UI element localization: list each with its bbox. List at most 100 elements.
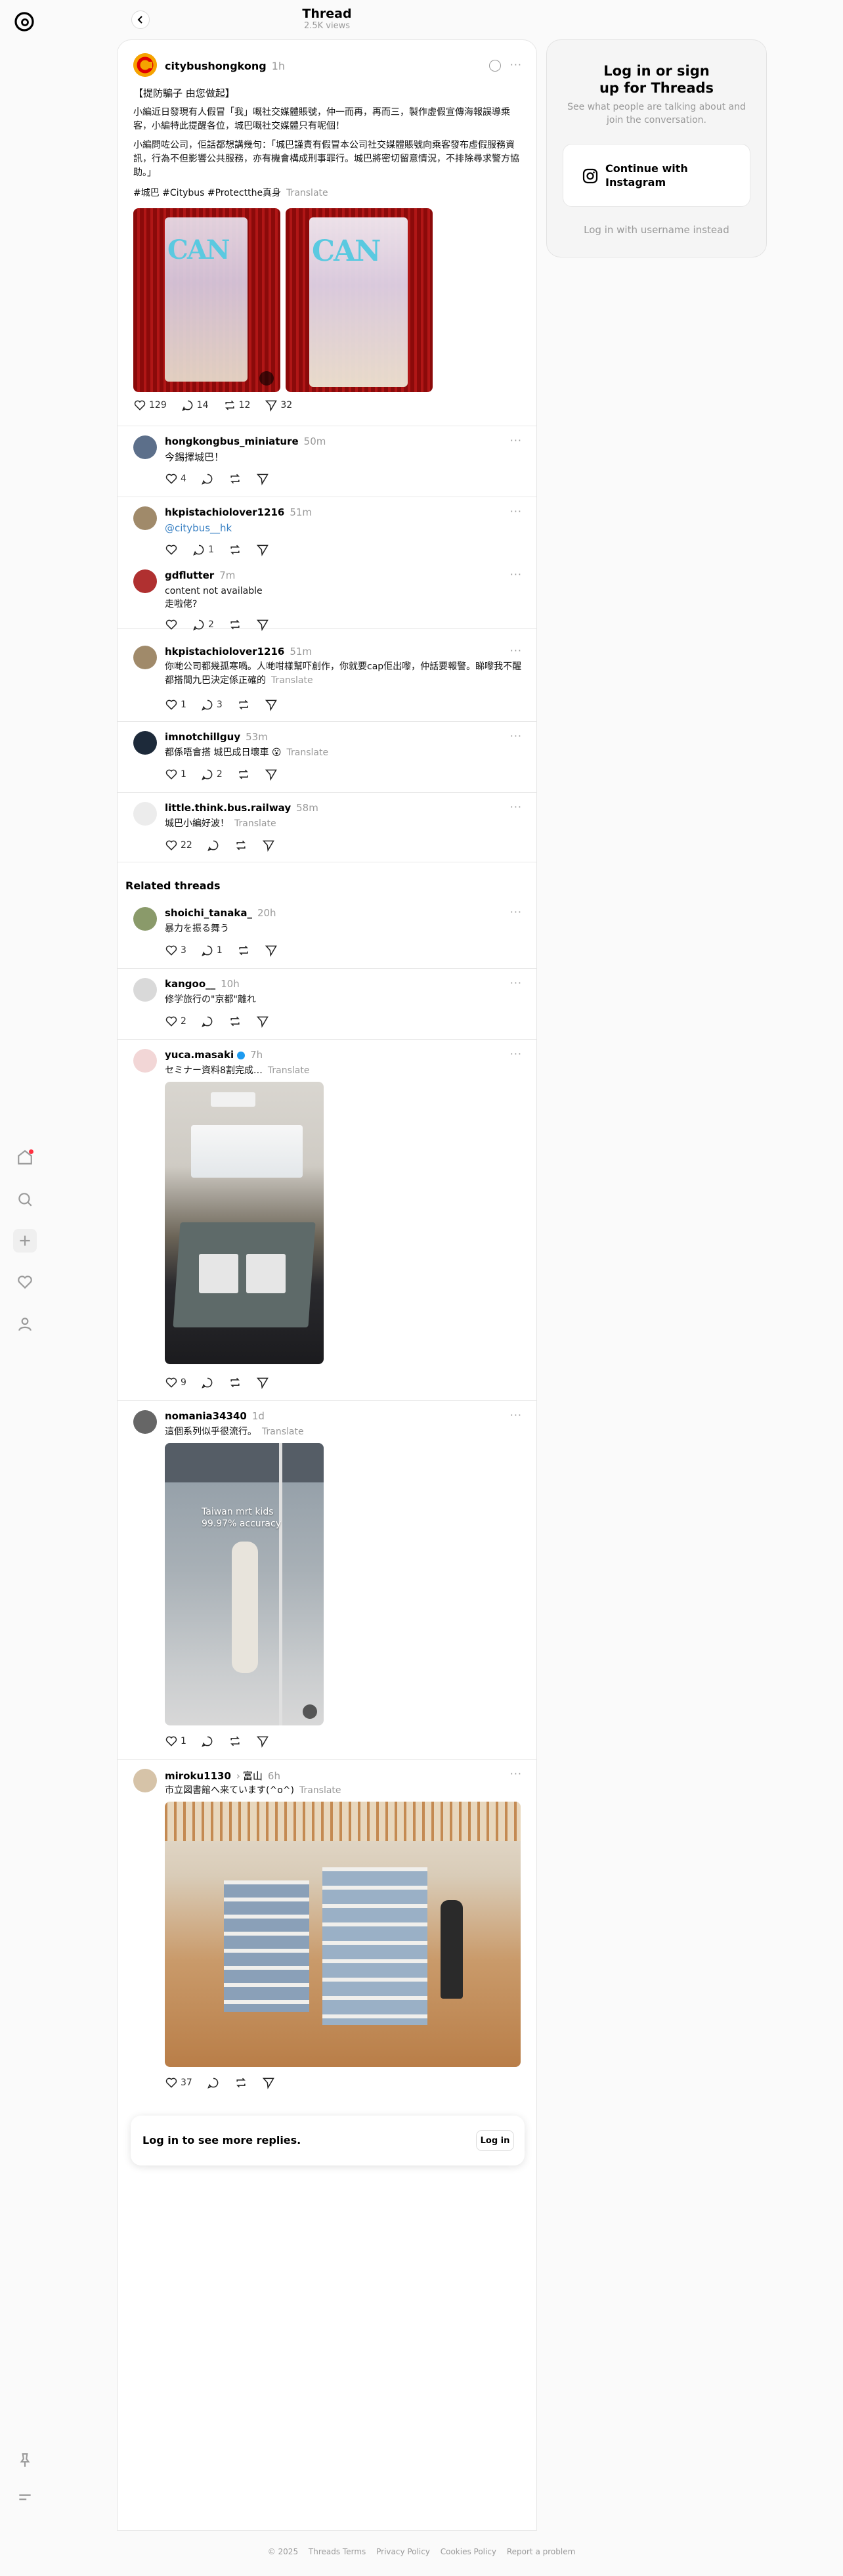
- repost-button[interactable]: [228, 543, 242, 556]
- create-icon[interactable]: [13, 1229, 37, 1253]
- username[interactable]: imnotchillguy: [165, 731, 240, 743]
- username[interactable]: nomania34340: [165, 1410, 247, 1422]
- translate-link[interactable]: Translate: [286, 188, 328, 198]
- repost-button[interactable]: [228, 618, 242, 631]
- more-options-icon[interactable]: ···: [510, 730, 522, 742]
- login-button[interactable]: Log in: [476, 2130, 514, 2151]
- username[interactable]: shoichi_tanaka_: [165, 907, 252, 919]
- more-options-icon[interactable]: ···: [510, 434, 522, 447]
- repost-button[interactable]: [228, 1376, 242, 1389]
- translate-link[interactable]: Translate: [271, 675, 313, 686]
- privacy-link[interactable]: Privacy Policy: [376, 2547, 430, 2556]
- avatar[interactable]: [133, 646, 157, 669]
- more-options-icon[interactable]: ···: [510, 1048, 522, 1060]
- post-image[interactable]: CAN: [286, 208, 433, 392]
- like-button[interactable]: 4: [165, 472, 186, 485]
- avatar[interactable]: [133, 569, 157, 593]
- more-options-icon[interactable]: ···: [510, 1409, 522, 1421]
- menu-icon[interactable]: [13, 2485, 37, 2509]
- cookies-link[interactable]: Cookies Policy: [441, 2547, 496, 2556]
- more-options-icon[interactable]: ···: [510, 568, 522, 581]
- like-button[interactable]: 3: [165, 944, 186, 957]
- avatar[interactable]: [133, 506, 157, 530]
- more-options-icon[interactable]: ···: [510, 505, 522, 518]
- share-button[interactable]: [256, 1376, 269, 1389]
- repost-button[interactable]: [228, 1735, 242, 1748]
- like-button[interactable]: 1: [165, 698, 186, 711]
- more-options-icon[interactable]: ···: [510, 1767, 522, 1780]
- hashtags[interactable]: #城巴 #Citybus #Protectthe真身: [133, 188, 281, 198]
- post-image[interactable]: [165, 1082, 324, 1364]
- more-options-icon[interactable]: ···: [510, 58, 522, 71]
- translate-link[interactable]: Translate: [268, 1065, 310, 1076]
- username[interactable]: hongkongbus_miniature: [165, 435, 299, 447]
- like-button[interactable]: 9: [165, 1376, 186, 1389]
- more-options-icon[interactable]: ···: [510, 977, 522, 989]
- share-button[interactable]: 32: [265, 399, 292, 412]
- translate-link[interactable]: Translate: [287, 747, 329, 758]
- mention-link[interactable]: @citybus__hk: [165, 521, 232, 535]
- report-link[interactable]: Report a problem: [507, 2547, 575, 2556]
- like-button[interactable]: [165, 543, 178, 556]
- reply-button[interactable]: [207, 839, 220, 852]
- reply-button[interactable]: [201, 472, 214, 485]
- share-button[interactable]: [262, 2076, 275, 2089]
- repost-button[interactable]: 12: [223, 399, 250, 412]
- reply-button[interactable]: [201, 1735, 214, 1748]
- like-button[interactable]: 22: [165, 839, 192, 852]
- more-options-icon[interactable]: ···: [510, 801, 522, 813]
- avatar[interactable]: [133, 1410, 157, 1434]
- mute-icon[interactable]: [303, 1704, 317, 1719]
- avatar[interactable]: [133, 907, 157, 931]
- repost-button[interactable]: [228, 472, 242, 485]
- avatar[interactable]: [133, 1049, 157, 1073]
- like-button[interactable]: 37: [165, 2076, 192, 2089]
- more-options-icon[interactable]: ···: [510, 906, 522, 918]
- translate-link[interactable]: Translate: [262, 1427, 304, 1437]
- like-button[interactable]: 129: [133, 399, 167, 412]
- username[interactable]: gdflutter: [165, 569, 214, 581]
- username[interactable]: hkpistachiolover1216: [165, 646, 284, 657]
- reply-button[interactable]: 2: [201, 768, 223, 781]
- share-button[interactable]: [265, 768, 278, 781]
- reply-button[interactable]: [201, 1015, 214, 1028]
- reply-button[interactable]: [201, 1376, 214, 1389]
- reply-button[interactable]: 1: [192, 543, 214, 556]
- continue-with-instagram-button[interactable]: Continue with Instagram: [563, 144, 750, 207]
- avatar[interactable]: [133, 53, 157, 77]
- avatar[interactable]: [133, 731, 157, 755]
- username[interactable]: little.think.bus.railway: [165, 802, 291, 814]
- reply-button[interactable]: 14: [181, 399, 209, 412]
- terms-link[interactable]: Threads Terms: [309, 2547, 366, 2556]
- home-icon[interactable]: [13, 1145, 37, 1169]
- mute-icon[interactable]: [259, 371, 274, 386]
- repost-button[interactable]: [237, 944, 250, 957]
- like-button[interactable]: 1: [165, 1735, 186, 1748]
- threads-logo-icon[interactable]: [12, 9, 37, 34]
- translate-link[interactable]: Translate: [234, 818, 276, 829]
- search-icon[interactable]: [13, 1188, 37, 1211]
- repost-button[interactable]: [237, 698, 250, 711]
- more-options-icon[interactable]: ···: [510, 644, 522, 657]
- like-button[interactable]: 1: [165, 768, 186, 781]
- location-tag[interactable]: 富山: [243, 1770, 263, 1782]
- post-image[interactable]: [165, 1802, 521, 2067]
- share-button[interactable]: [256, 543, 269, 556]
- share-button[interactable]: [265, 944, 278, 957]
- reply-button[interactable]: [207, 2076, 220, 2089]
- repost-button[interactable]: [237, 768, 250, 781]
- repost-button[interactable]: [234, 839, 248, 852]
- profile-icon[interactable]: [13, 1312, 37, 1336]
- avatar[interactable]: [133, 435, 157, 459]
- reply-button[interactable]: 3: [201, 698, 223, 711]
- share-button[interactable]: [256, 1015, 269, 1028]
- reply-button[interactable]: 2: [192, 618, 214, 631]
- avatar[interactable]: [133, 802, 157, 826]
- repost-button[interactable]: [234, 2076, 248, 2089]
- translate-link[interactable]: Translate: [299, 1785, 341, 1796]
- reply-button[interactable]: 1: [201, 944, 223, 957]
- username[interactable]: kangoo__: [165, 978, 215, 990]
- repost-indicator-icon[interactable]: [489, 60, 501, 72]
- post-image[interactable]: CAN: [133, 208, 280, 392]
- avatar[interactable]: [133, 978, 157, 1002]
